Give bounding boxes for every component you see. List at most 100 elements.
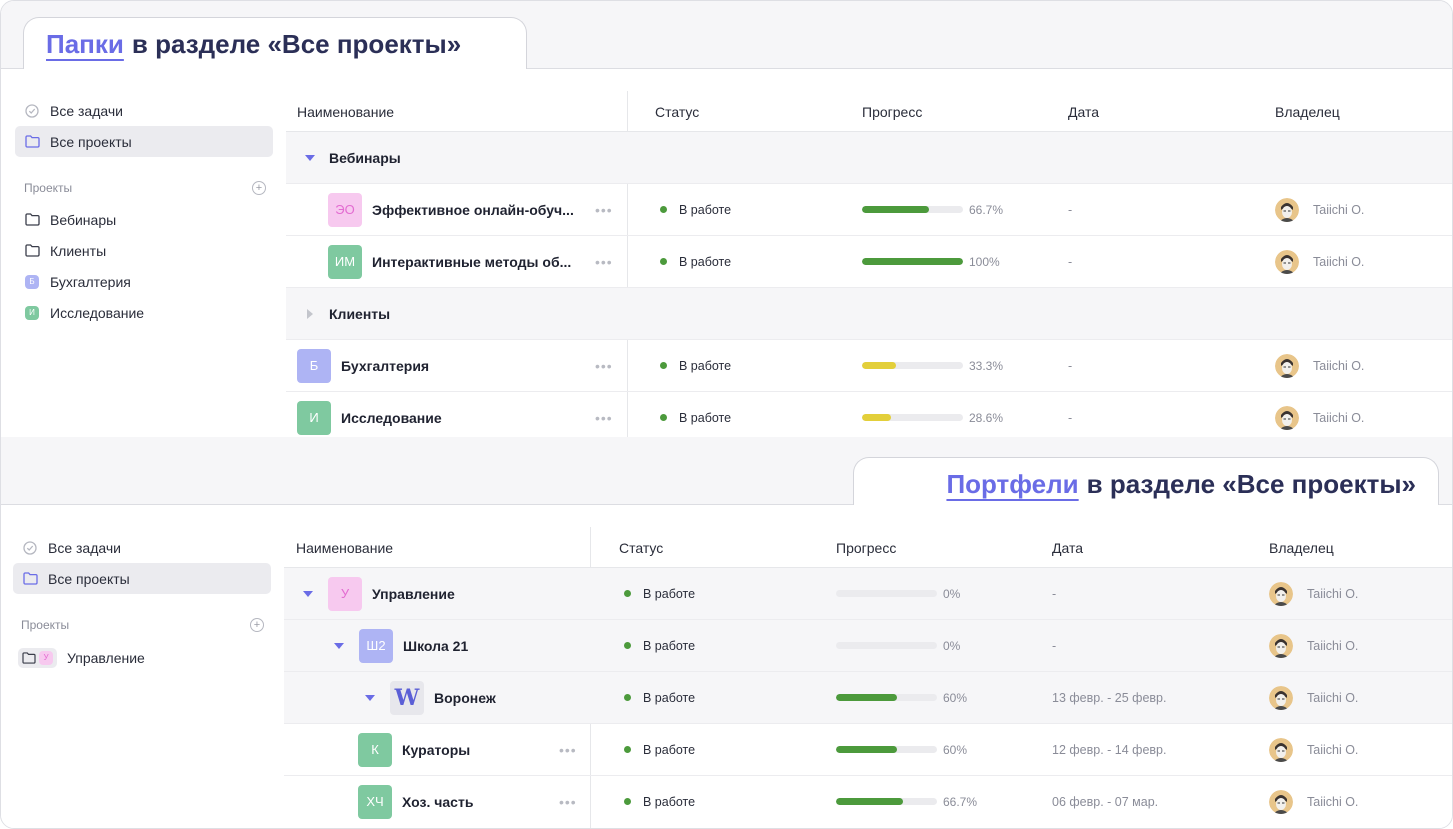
avatar[interactable] [1269, 633, 1293, 658]
status-text[interactable]: В работе [679, 203, 731, 217]
progress-bar [836, 694, 937, 701]
group-row-clients[interactable]: Клиенты [286, 288, 1452, 340]
table-row[interactable]: Б Бухгалтерия ••• В работе 33.3% - Taiic… [286, 340, 1452, 392]
project-name[interactable]: Кураторы [402, 742, 470, 758]
column-header-progress[interactable]: Прогресс [836, 527, 896, 568]
owner-name: Taiichi O. [1307, 586, 1359, 601]
progress-label: 60% [943, 742, 968, 757]
sidebar-item-accounting[interactable]: Б Бухгалтерия [15, 266, 273, 297]
expand-caret-icon[interactable] [334, 620, 344, 671]
folders-table: Наименование Статус Прогресс Дата Владел… [286, 91, 1452, 437]
table-row[interactable]: ИМ Интерактивные методы об... ••• В рабо… [286, 236, 1452, 288]
status-text[interactable]: В работе [679, 255, 731, 269]
avatar[interactable] [1269, 737, 1293, 762]
date-text[interactable]: - [1068, 203, 1072, 217]
avatar[interactable] [1275, 197, 1299, 222]
column-header-date[interactable]: Дата [1052, 527, 1083, 568]
status-text[interactable]: В работе [643, 639, 695, 653]
column-header-name[interactable]: Наименование [296, 527, 393, 568]
folders-tab[interactable]: Папки в разделе «Все проекты» [23, 17, 527, 70]
sidebar-item-management[interactable]: У Управление [13, 642, 271, 673]
table-row[interactable]: ХЧ Хоз. часть ••• В работе 66.7% 06 февр… [284, 776, 1452, 828]
column-header-status[interactable]: Статус [655, 91, 699, 132]
column-header-name[interactable]: Наименование [297, 91, 394, 132]
avatar[interactable] [1269, 685, 1293, 710]
sidebar-item-all-projects[interactable]: Все проекты [13, 563, 271, 594]
status-text[interactable]: В работе [643, 743, 695, 757]
date-text[interactable]: - [1068, 359, 1072, 373]
expand-caret-icon[interactable] [305, 132, 315, 183]
project-name[interactable]: Хоз. часть [402, 794, 473, 810]
project-name[interactable]: Эффективное онлайн-обуч... [372, 202, 586, 218]
status-dot-icon [624, 746, 631, 753]
more-options-icon[interactable]: ••• [595, 184, 613, 235]
project-name[interactable]: Воронеж [434, 690, 496, 706]
date-text[interactable]: 06 февр. - 07 мар. [1052, 795, 1158, 809]
date-text[interactable]: - [1052, 639, 1056, 653]
group-row-webinars[interactable]: Вебинары [286, 132, 1452, 184]
column-header-status[interactable]: Статус [619, 527, 663, 568]
table-row[interactable]: У Управление В работе 0% - Taiichi O. [284, 568, 1452, 620]
avatar[interactable] [1269, 581, 1293, 606]
table-row[interactable]: W Воронеж В работе 60% 13 февр. - 25 фев… [284, 672, 1452, 724]
sidebar-item-research[interactable]: И Исследование [15, 297, 273, 328]
folders-body: Все задачи Все проекты Проекты + Вебинар… [1, 69, 1452, 437]
avatar[interactable] [1269, 789, 1293, 814]
date-text[interactable]: - [1068, 411, 1072, 425]
project-badge-icon: Б [24, 274, 40, 290]
avatar[interactable] [1275, 249, 1299, 274]
project-name[interactable]: Интерактивные методы об... [372, 254, 586, 270]
status-text[interactable]: В работе [679, 411, 731, 425]
avatar[interactable] [1275, 353, 1299, 378]
column-header-owner[interactable]: Владелец [1269, 527, 1334, 568]
status-text[interactable]: В работе [643, 691, 695, 705]
mini-badge: И [25, 305, 39, 320]
date-text[interactable]: 13 февр. - 25 февр. [1052, 691, 1166, 705]
avatar[interactable] [1275, 405, 1299, 430]
date-text[interactable]: - [1052, 587, 1056, 601]
project-name[interactable]: Бухгалтерия [341, 358, 429, 374]
date-text[interactable]: 12 февр. - 14 февр. [1052, 743, 1166, 757]
column-header-progress[interactable]: Прогресс [862, 91, 922, 132]
expand-caret-icon[interactable] [303, 568, 313, 619]
portfolios-tab[interactable]: Портфели в разделе «Все проекты» [853, 457, 1439, 510]
column-header-owner[interactable]: Владелец [1275, 91, 1340, 132]
project-badge: ЭО [328, 192, 362, 227]
more-options-icon[interactable]: ••• [559, 724, 577, 775]
more-options-icon[interactable]: ••• [595, 392, 613, 443]
date-text[interactable]: - [1068, 255, 1072, 269]
project-badge: И [297, 400, 331, 435]
table-row[interactable]: ЭО Эффективное онлайн-обуч... ••• В рабо… [286, 184, 1452, 236]
status-dot-icon [624, 642, 631, 649]
project-name[interactable]: Управление [372, 586, 455, 602]
table-row[interactable]: Ш2 Школа 21 В работе 0% - Taiichi O. [284, 620, 1452, 672]
status-text[interactable]: В работе [643, 795, 695, 809]
folders-sidebar: Все задачи Все проекты Проекты + Вебинар… [1, 69, 286, 437]
status-text[interactable]: В работе [679, 359, 731, 373]
portfolios-tab-accent: Портфели [946, 468, 1079, 499]
more-options-icon[interactable]: ••• [559, 776, 577, 827]
sidebar-item-clients[interactable]: Клиенты [15, 235, 273, 266]
table-row[interactable]: К Кураторы ••• В работе 60% 12 февр. - 1… [284, 724, 1452, 776]
more-options-icon[interactable]: ••• [595, 236, 613, 287]
table-header: Наименование Статус Прогресс Дата Владел… [284, 527, 1452, 568]
status-text[interactable]: В работе [643, 587, 695, 601]
sidebar-item-webinars[interactable]: Вебинары [15, 204, 273, 235]
sidebar-item-all-tasks[interactable]: Все задачи [13, 532, 271, 563]
more-options-icon[interactable]: ••• [595, 340, 613, 391]
add-project-icon[interactable]: + [250, 618, 264, 632]
column-header-date[interactable]: Дата [1068, 91, 1099, 132]
project-name[interactable]: Исследование [341, 410, 442, 426]
progress-bar [862, 414, 963, 421]
sidebar-item-all-tasks[interactable]: Все задачи [15, 95, 273, 126]
expand-caret-icon[interactable] [365, 672, 375, 723]
group-label: Вебинары [329, 149, 401, 166]
add-project-icon[interactable]: + [252, 181, 266, 195]
owner-name: Taiichi O. [1307, 690, 1359, 705]
project-badge: ХЧ [358, 784, 392, 819]
sidebar-item-all-projects[interactable]: Все проекты [15, 126, 273, 157]
progress-bar [836, 590, 937, 597]
expand-caret-icon[interactable] [307, 288, 313, 339]
folder-icon [24, 212, 40, 228]
project-name[interactable]: Школа 21 [403, 638, 468, 654]
